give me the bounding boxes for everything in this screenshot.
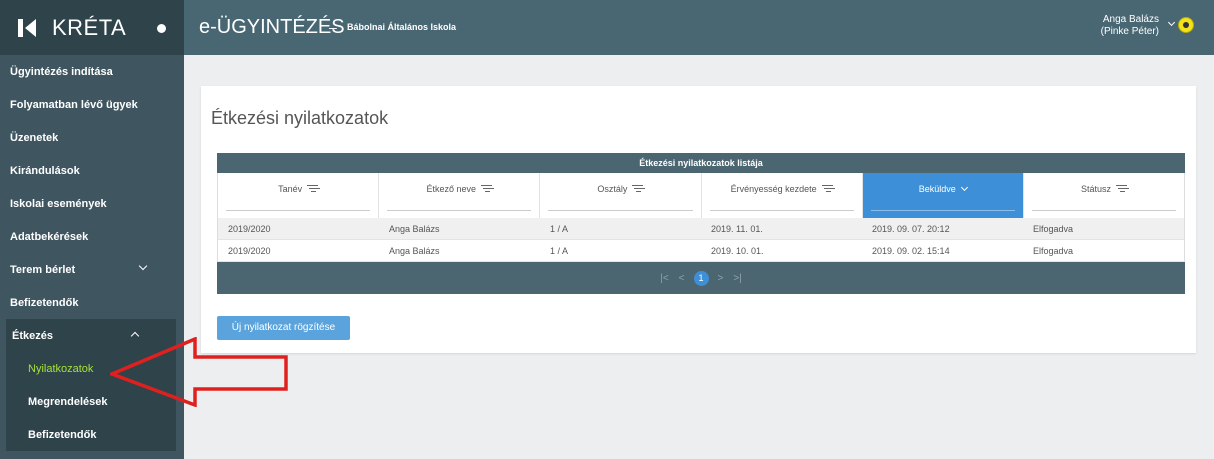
column-filter-input[interactable]	[1031, 210, 1177, 211]
annotation-arrow-icon	[110, 337, 288, 407]
column-header-ervenyesseg[interactable]: Érvényesség kezdete	[702, 173, 863, 218]
next-page-button[interactable]: >	[718, 273, 724, 284]
cell-ervenyesseg: 2019. 11. 01.	[711, 224, 763, 234]
cell-statusz: Elfogadva	[1033, 246, 1074, 256]
filter-icon[interactable]	[481, 185, 493, 193]
user-avatar-icon[interactable]	[1178, 17, 1194, 33]
sidebar-item-kirandulasok[interactable]: Kirándulások	[0, 154, 184, 187]
side-menu: Ügyintézés indítása Folyamatban lévő ügy…	[0, 55, 184, 319]
cell-tanev: 2019/2020	[228, 224, 271, 234]
column-label: Érvényesség kezdete	[730, 184, 817, 194]
sidebar-item-label: Étkezés	[12, 329, 53, 342]
cell-bekuldve: 2019. 09. 02. 15:14	[872, 246, 950, 256]
kreta-logo-icon	[16, 17, 38, 39]
filter-icon[interactable]	[1115, 185, 1127, 193]
filter-icon[interactable]	[307, 185, 319, 193]
filter-icon[interactable]	[632, 185, 644, 193]
column-filter-input[interactable]	[226, 210, 371, 211]
sidebar-item-label: Folyamatban lévő ügyek	[10, 98, 138, 111]
sidebar-item-label: Kirándulások	[10, 164, 80, 177]
sidebar-item-adatbekeresek[interactable]: Adatbekérések	[0, 220, 184, 253]
sidebar-item-label: Ügyintézés indítása	[10, 65, 113, 78]
main-card: Étkezési nyilatkozatok Étkezési nyilatko…	[201, 86, 1196, 353]
user-subname: (Pinke Péter)	[1100, 26, 1159, 37]
column-header-bekuldve[interactable]: Beküldve	[862, 173, 1024, 218]
prev-page-button[interactable]: <	[679, 273, 685, 284]
column-label: Beküldve	[918, 184, 956, 194]
sidebar-item-label: Üzenetek	[10, 131, 59, 144]
column-header-osztaly[interactable]: Osztály	[540, 173, 702, 218]
grid-header: Tanév Étkező neve Osztály Érvényesség ke…	[217, 173, 1185, 218]
filter-icon[interactable]	[821, 185, 833, 193]
brand[interactable]: KRÉTA	[0, 0, 184, 55]
sort-desc-icon[interactable]	[960, 183, 968, 192]
sidebar-item-label: Adatbekérések	[10, 230, 89, 243]
cell-bekuldve: 2019. 09. 07. 20:12	[872, 224, 950, 234]
column-label: Tanév	[278, 184, 303, 194]
sidebar-item-terem-berlet[interactable]: Terem bérlet	[0, 253, 184, 286]
page-title: Étkezési nyilatkozatok	[211, 108, 389, 128]
last-page-button[interactable]: >|	[733, 273, 741, 284]
page-number-button[interactable]: 1	[693, 270, 709, 286]
cell-ervenyesseg: 2019. 10. 01.	[711, 246, 764, 256]
column-header-etkezo-neve[interactable]: Étkező neve	[379, 173, 541, 218]
sidebar-item-label: Iskolai események	[10, 197, 107, 210]
grid-caption: Étkezési nyilatkozatok listája	[217, 153, 1185, 173]
sidebar-item-label: Befizetendők	[10, 296, 79, 309]
cell-etkezo-neve: Anga Balázs	[389, 246, 440, 256]
column-filter-input[interactable]	[387, 210, 532, 211]
column-filter-input[interactable]	[548, 210, 693, 211]
menu-toggle-icon[interactable]	[157, 24, 166, 33]
school-name: Bábolnai Általános Iskola	[347, 22, 457, 32]
brand-name: KRÉTA	[52, 14, 127, 40]
first-page-button[interactable]: |<	[660, 273, 668, 284]
topbar: e-ÜGYINTÉZÉS – Bábolnai Általános Iskola…	[184, 0, 1214, 55]
user-menu[interactable]: Anga Balázs (Pinke Péter)	[1101, 14, 1159, 38]
chevron-down-icon	[138, 261, 148, 271]
column-filter-input[interactable]	[870, 210, 1015, 211]
user-name: Anga Balázs	[1102, 14, 1159, 25]
cell-osztaly: 1 / A	[550, 246, 569, 256]
declarations-grid: Étkezési nyilatkozatok listája Tanév Étk…	[217, 153, 1185, 294]
sidebar-subitem-befizetendok[interactable]: Befizetendők	[6, 418, 176, 451]
column-header-tanev[interactable]: Tanév	[218, 173, 380, 218]
sidebar-item-folyamatban[interactable]: Folyamatban lévő ügyek	[0, 88, 184, 121]
column-header-statusz[interactable]: Státusz	[1024, 173, 1184, 218]
table-row[interactable]: 2019/2020 Anga Balázs 1 / A 2019. 10. 01…	[217, 240, 1185, 262]
sidebar-item-befizetendok[interactable]: Befizetendők	[0, 286, 184, 319]
column-filter-input[interactable]	[709, 210, 854, 211]
table-row[interactable]: 2019/2020 Anga Balázs 1 / A 2019. 11. 01…	[217, 218, 1185, 240]
sidebar-item-label: Terem bérlet	[10, 263, 76, 276]
cell-osztaly: 1 / A	[550, 224, 569, 234]
sidebar-item-iskolai-esemenyek[interactable]: Iskolai események	[0, 187, 184, 220]
pager: |< < 1 > >|	[217, 262, 1185, 294]
sidebar-item-uzenetek[interactable]: Üzenetek	[0, 121, 184, 154]
chevron-down-icon[interactable]	[1167, 18, 1176, 27]
column-label: Osztály	[597, 184, 628, 194]
column-label: Étkező neve	[426, 184, 477, 194]
cell-tanev: 2019/2020	[228, 246, 271, 256]
app-title: e-ÜGYINTÉZÉS	[199, 16, 345, 38]
column-label: Státusz	[1080, 184, 1111, 194]
cell-etkezo-neve: Anga Balázs	[389, 224, 440, 234]
sidebar-item-ugyintezes-inditasa[interactable]: Ügyintézés indítása	[0, 55, 184, 88]
cell-statusz: Elfogadva	[1033, 224, 1074, 234]
title-separator: –	[329, 19, 337, 35]
